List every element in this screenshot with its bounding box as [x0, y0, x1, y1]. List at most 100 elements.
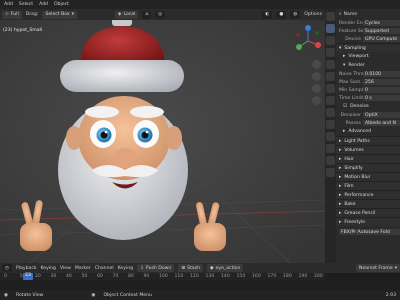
bake-section[interactable]: ▸ Bake	[336, 199, 400, 208]
grease-pencil-section[interactable]: ▸ Grease Pencil	[336, 208, 400, 217]
y-axis-icon[interactable]	[296, 44, 302, 50]
menu-select[interactable]: Select	[19, 2, 33, 7]
proportional-edit-button[interactable]: ◎	[155, 10, 166, 19]
frame-ruler[interactable]: 0102030405060708090100110120130140150160…	[0, 273, 325, 280]
3d-viewport[interactable]	[0, 20, 325, 263]
ruler-tick-label: 190	[298, 274, 308, 279]
menu-key[interactable]: Keying	[118, 266, 133, 271]
ruler-tick-label: 100	[159, 274, 168, 279]
noise-threshold-field[interactable]: 0.0100	[363, 71, 400, 77]
navigation-gizmo[interactable]	[293, 23, 323, 59]
menu-playback[interactable]: Playback	[16, 266, 37, 271]
volumes-section[interactable]: ▸ Volumes	[336, 145, 400, 154]
physics-tab-icon[interactable]	[326, 120, 335, 129]
action-icon: ◆	[210, 265, 214, 271]
chevron-down-icon: ▾	[339, 45, 342, 51]
checkbox-icon[interactable]: ☑	[343, 104, 347, 109]
hair-section[interactable]: ▸ Hair	[336, 154, 400, 163]
device-row[interactable]: Device GPU Compute	[336, 35, 400, 43]
options-dropdown[interactable]: Options	[304, 12, 322, 17]
simplify-section[interactable]: ▸ Simplify	[336, 163, 400, 172]
time-limit-row[interactable]: Time Limit 0 s	[336, 94, 400, 102]
material-tab-icon[interactable]	[326, 156, 335, 165]
snap-mode-dropdown[interactable]: Nearest Frame ▾	[356, 264, 400, 272]
advanced-subsection[interactable]: ▸ Advanced	[336, 127, 400, 136]
chevron-right-icon: ▸	[343, 129, 346, 134]
denoiser-row[interactable]: Denoiser OptiX	[336, 111, 400, 119]
view-layer-tab-icon[interactable]	[326, 48, 335, 57]
pan-hand-icon[interactable]	[312, 72, 321, 81]
chevron-right-icon: ▸	[339, 174, 342, 180]
texture-tab-icon[interactable]	[326, 168, 335, 177]
z-axis-icon[interactable]	[305, 25, 311, 31]
snap-button[interactable]: ⌂	[142, 10, 152, 19]
feature-set-row[interactable]: Feature Set Supported	[336, 27, 400, 35]
autosave-folder-button[interactable]: FBX/Pr Autosave Fold	[339, 229, 400, 235]
menu-view[interactable]: View	[60, 266, 71, 271]
stash-button[interactable]: ⊞ Stash	[178, 264, 204, 272]
action-selector[interactable]: ◆ eye_action	[207, 264, 244, 272]
timeline-body[interactable]	[0, 280, 400, 290]
freestyle-section[interactable]: ▸ Freestyle	[336, 217, 400, 226]
render-subsection[interactable]: ▾ Render	[336, 61, 400, 70]
chevron-right-icon: ▸	[339, 138, 342, 144]
max-samples-row[interactable]: Max Sam... 256	[336, 78, 400, 86]
x-axis-icon[interactable]	[315, 42, 321, 48]
camera-icon[interactable]	[312, 84, 321, 93]
properties-search[interactable]: ⌕ Name	[336, 9, 400, 19]
denoiser-select[interactable]: OptiX	[363, 112, 400, 118]
menu-keying[interactable]: Keying	[41, 266, 56, 271]
grid-icon[interactable]	[312, 96, 321, 105]
ruler-tick-label: 60	[97, 274, 103, 279]
ruler-tick-label: 180	[283, 274, 292, 279]
film-section[interactable]: ▸ Film	[336, 181, 400, 190]
autosave-folder-row[interactable]: FBX/Pr Autosave Fold	[336, 228, 400, 236]
mouse-icon: ◉	[91, 292, 96, 298]
version-label: 2.93	[385, 292, 396, 298]
zoom-icon[interactable]	[312, 60, 321, 69]
editor-type-button[interactable]: ◷	[2, 264, 13, 272]
output-tab-icon[interactable]	[326, 36, 335, 45]
shading-solid-button[interactable]: ●	[276, 10, 287, 19]
motion-blur-section[interactable]: ▸ Motion Blur	[336, 172, 400, 181]
ruler-tick-label: 40	[66, 274, 72, 279]
pivot-dropdown[interactable]: ◈ Local	[114, 10, 139, 19]
menu-object[interactable]: Object	[54, 2, 69, 7]
menu-add-2[interactable]: Add	[39, 2, 48, 7]
render-engine-row[interactable]: Render Engi Cycles	[336, 19, 400, 27]
time-limit-field[interactable]: 0 s	[363, 95, 400, 101]
menu-add[interactable]: Add	[4, 2, 13, 7]
object-tab-icon[interactable]	[326, 84, 335, 93]
max-samples-field[interactable]: 256	[363, 79, 400, 85]
passes-select[interactable]: Albedo and N	[363, 120, 400, 126]
feature-set-select[interactable]: Supported	[363, 28, 400, 34]
mode-dropdown[interactable]: ⊹ Full	[2, 10, 22, 19]
menu-channel[interactable]: Channel	[95, 266, 114, 271]
particles-tab-icon[interactable]	[326, 108, 335, 117]
constraints-tab-icon[interactable]	[326, 132, 335, 141]
modifier-tab-icon[interactable]	[326, 96, 335, 105]
light-paths-section[interactable]: ▸ Light Paths	[336, 136, 400, 145]
shading-render-button[interactable]: ◍	[290, 10, 301, 19]
overlay-button[interactable]: ◐	[262, 10, 273, 19]
chevron-right-icon: ▸	[339, 210, 342, 216]
world-tab-icon[interactable]	[326, 72, 335, 81]
render-tab-icon[interactable]	[326, 24, 335, 33]
menu-marker[interactable]: Marker	[75, 266, 91, 271]
viewport-subsection[interactable]: ▸ Viewport	[336, 52, 400, 61]
drag-select-dropdown[interactable]: Select Box ▾	[42, 10, 77, 19]
playhead[interactable]: 23	[23, 273, 33, 280]
scene-tab-icon[interactable]	[326, 60, 335, 69]
noise-threshold-row[interactable]: Noise Thres 0.0100	[336, 70, 400, 78]
min-samples-row[interactable]: Min Sampl... 0	[336, 86, 400, 94]
device-select[interactable]: GPU Compute	[363, 36, 400, 42]
passes-row[interactable]: Passes Albedo and N	[336, 119, 400, 127]
push-down-button[interactable]: ⇩ Push Down	[137, 264, 175, 272]
render-engine-select[interactable]: Cycles	[363, 20, 400, 26]
denoise-subsection[interactable]: ☑ Denoise	[336, 102, 400, 111]
performance-section[interactable]: ▸ Performance	[336, 190, 400, 199]
sampling-section[interactable]: ▾ Sampling	[336, 43, 400, 52]
min-samples-field[interactable]: 0	[363, 87, 400, 93]
data-tab-icon[interactable]	[326, 144, 335, 153]
tool-tab-icon[interactable]	[326, 12, 335, 21]
